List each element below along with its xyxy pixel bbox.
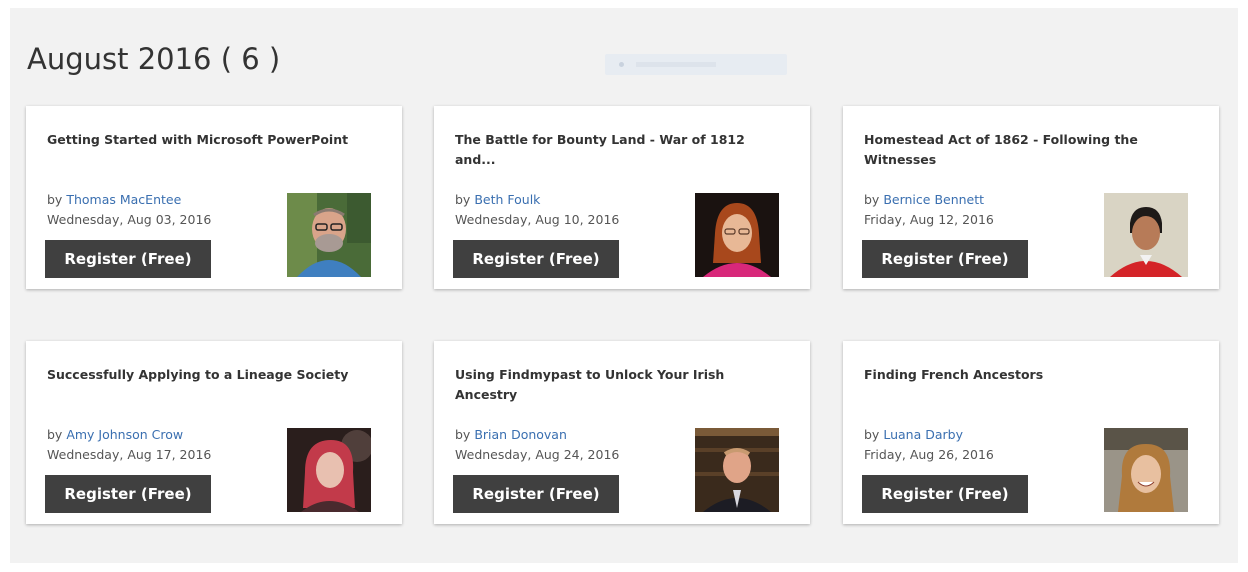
webinar-card: Using Findmypast to Unlock Your Irish An…: [434, 341, 810, 524]
presenter-link[interactable]: Bernice Bennett: [883, 192, 984, 207]
webinar-title[interactable]: Homestead Act of 1862 - Following the Wi…: [864, 130, 1194, 170]
webinar-meta: by Bernice Bennett Friday, Aug 12, 2016: [864, 190, 994, 230]
register-button[interactable]: Register (Free): [862, 475, 1028, 513]
presenter-avatar-icon[interactable]: [1104, 428, 1188, 512]
webinar-title[interactable]: The Battle for Bounty Land - War of 1812…: [455, 130, 785, 170]
by-label: by: [47, 192, 63, 207]
presenter-avatar-icon[interactable]: [287, 428, 371, 512]
presenter-link[interactable]: Luana Darby: [883, 427, 963, 442]
webinar-title[interactable]: Finding French Ancestors: [864, 365, 1194, 385]
webinar-meta: by Amy Johnson Crow Wednesday, Aug 17, 2…: [47, 425, 211, 465]
webinar-meta: by Luana Darby Friday, Aug 26, 2016: [864, 425, 994, 465]
webinar-date: Friday, Aug 12, 2016: [864, 212, 994, 227]
presenter-link[interactable]: Brian Donovan: [474, 427, 567, 442]
webinar-date: Friday, Aug 26, 2016: [864, 447, 994, 462]
presenter-link[interactable]: Amy Johnson Crow: [66, 427, 183, 442]
webinar-card: Homestead Act of 1862 - Following the Wi…: [843, 106, 1219, 289]
register-button[interactable]: Register (Free): [45, 475, 211, 513]
webinar-card: Getting Started with Microsoft PowerPoin…: [26, 106, 402, 289]
webinar-date: Wednesday, Aug 03, 2016: [47, 212, 212, 227]
presenter-avatar-icon[interactable]: [695, 193, 779, 277]
webinar-title[interactable]: Successfully Applying to a Lineage Socie…: [47, 365, 377, 385]
presenter-avatar-icon[interactable]: [695, 428, 779, 512]
faded-search-widget: [605, 54, 787, 75]
webinar-title[interactable]: Getting Started with Microsoft PowerPoin…: [47, 130, 377, 150]
presenter-link[interactable]: Thomas MacEntee: [66, 192, 181, 207]
by-label: by: [864, 192, 880, 207]
register-button[interactable]: Register (Free): [45, 240, 211, 278]
webinar-meta: by Thomas MacEntee Wednesday, Aug 03, 20…: [47, 190, 211, 230]
by-label: by: [864, 427, 880, 442]
webinar-card: The Battle for Bounty Land - War of 1812…: [434, 106, 810, 289]
webinar-date: Wednesday, Aug 24, 2016: [455, 447, 620, 462]
webinar-date: Wednesday, Aug 10, 2016: [455, 212, 620, 227]
presenter-avatar-icon[interactable]: [287, 193, 371, 277]
webinar-card: Finding French Ancestors by Luana Darby …: [843, 341, 1219, 524]
by-label: by: [455, 192, 471, 207]
webinar-meta: by Beth Foulk Wednesday, Aug 10, 2016: [455, 190, 619, 230]
register-button[interactable]: Register (Free): [453, 475, 619, 513]
webinar-title[interactable]: Using Findmypast to Unlock Your Irish An…: [455, 365, 785, 405]
presenter-link[interactable]: Beth Foulk: [474, 192, 540, 207]
webinar-date: Wednesday, Aug 17, 2016: [47, 447, 212, 462]
register-button[interactable]: Register (Free): [862, 240, 1028, 278]
by-label: by: [47, 427, 63, 442]
month-heading: August 2016 ( 6 ): [27, 42, 281, 76]
webinar-month-section: August 2016 ( 6 ) Getting Started with M…: [10, 8, 1238, 563]
top-strip: [0, 0, 1248, 6]
search-icon: [619, 62, 624, 67]
register-button[interactable]: Register (Free): [453, 240, 619, 278]
faded-placeholder: [636, 62, 716, 67]
by-label: by: [455, 427, 471, 442]
webinar-card: Successfully Applying to a Lineage Socie…: [26, 341, 402, 524]
webinar-meta: by Brian Donovan Wednesday, Aug 24, 2016: [455, 425, 619, 465]
presenter-avatar-icon[interactable]: [1104, 193, 1188, 277]
